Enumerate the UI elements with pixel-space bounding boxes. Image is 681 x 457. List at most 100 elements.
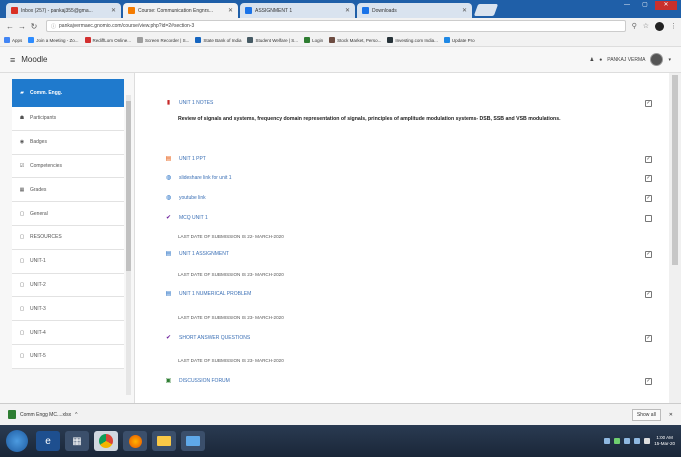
volume-icon[interactable]	[634, 438, 641, 444]
completion-checkbox[interactable]: ✓	[645, 175, 652, 182]
sidebar-item-general[interactable]: ▢ General	[12, 202, 124, 226]
bookmark-item[interactable]: Update Pro	[443, 37, 475, 43]
activity-link[interactable]: DISCUSSION FORUM	[179, 378, 230, 384]
menu-icon[interactable]: ⋮	[670, 22, 677, 30]
activity-link[interactable]: UNIT 1 PPT	[179, 156, 206, 162]
bookmark-item[interactable]: Student Welfare | S...	[247, 37, 298, 43]
forward-icon[interactable]: →	[16, 22, 28, 31]
new-tab-button[interactable]	[473, 4, 499, 16]
sidebar-item-resources[interactable]: ▢ RESOURCES	[12, 225, 124, 250]
sidebar-item-competencies[interactable]: ☑ Competencies	[12, 154, 124, 179]
completion-checkbox[interactable]	[645, 215, 652, 222]
media-icon[interactable]	[181, 431, 205, 451]
download-item[interactable]: Comm Engg MC....xlsx ^	[8, 410, 77, 419]
sidebar-item-unit-3[interactable]: ▢ UNIT-3	[12, 297, 124, 322]
chrome-icon[interactable]	[94, 431, 118, 451]
sidebar-item-unit-4[interactable]: ▢ UNIT-4	[12, 321, 124, 345]
tray-icon[interactable]	[604, 438, 611, 444]
messages-icon[interactable]: ●	[599, 57, 602, 63]
minimize-icon[interactable]: —	[619, 1, 635, 10]
search-icon[interactable]: ⚲	[632, 22, 637, 30]
activity-link[interactable]: youtube link	[179, 195, 206, 201]
activity-unit-notes[interactable]: ▮ UNIT 1 NOTES	[164, 98, 214, 107]
close-shelf-icon[interactable]: ✕	[669, 412, 673, 418]
activity-link[interactable]: UNIT 1 NOTES	[179, 100, 213, 106]
scrollbar-thumb[interactable]	[126, 101, 131, 271]
close-tab-icon[interactable]: ✕	[462, 7, 467, 14]
activity-link[interactable]: MCQ UNIT 1	[179, 215, 208, 221]
sidebar-item-badges[interactable]: ◉ Badges	[12, 130, 124, 155]
user-name[interactable]: PANKAJ VERMA	[607, 57, 645, 63]
activity-item[interactable]: ◍ slideshare link for unit 1	[164, 173, 232, 182]
bookmark-item[interactable]: Stock Market, Perso...	[329, 37, 381, 43]
activity-item[interactable]: ✔ MCQ UNIT 1	[164, 213, 208, 222]
maximize-icon[interactable]: ▢	[637, 1, 653, 10]
activity-numerical-problem[interactable]: ▤ UNIT 1 NUMERICAL PROBLEM	[164, 289, 252, 298]
activity-discussion-forum[interactable]: ▣ DISCUSSION FORUM	[164, 376, 230, 385]
sidebar-item-unit-1[interactable]: ▢ UNIT-1	[12, 249, 124, 274]
file-explorer-icon[interactable]: ▦	[65, 431, 89, 451]
activity-item[interactable]: ◍ youtube link	[164, 193, 206, 202]
completion-checkbox[interactable]: ✓	[645, 251, 652, 258]
bookmark-item[interactable]: Apps	[4, 37, 22, 43]
sidebar-scrollbar[interactable]	[126, 95, 131, 395]
site-brand[interactable]: Moodle	[21, 55, 47, 64]
bookmark-item[interactable]: Investing.com India...	[387, 37, 438, 43]
completion-checkbox[interactable]: ✓	[645, 335, 652, 342]
close-tab-icon[interactable]: ✕	[228, 7, 233, 14]
completion-checkbox[interactable]: ✓	[645, 291, 652, 298]
back-icon[interactable]: ←	[4, 22, 16, 31]
bookmark-favicon-icon	[136, 37, 143, 43]
sidebar-item-unit-5[interactable]: ▢ UNIT-5	[12, 344, 124, 369]
flag-icon[interactable]	[644, 438, 651, 444]
tab-gmail[interactable]: Inbox (257) - pankaj355@gma... ✕	[6, 3, 121, 18]
activity-link[interactable]: UNIT 1 NUMERICAL PROBLEM	[179, 291, 251, 297]
show-all-button[interactable]: Show all	[631, 408, 661, 421]
sidebar-item-unit-2[interactable]: ▢ UNIT-2	[12, 273, 124, 298]
ie-icon[interactable]: e	[36, 431, 60, 451]
tray-icon[interactable]	[614, 438, 621, 444]
notification-bell-icon[interactable]: ♟	[590, 57, 594, 63]
chevron-up-icon[interactable]: ^	[75, 412, 77, 418]
activity-link[interactable]: slideshare link for unit 1	[179, 175, 232, 181]
activity-unit-assignment[interactable]: ▤ UNIT 1 ASSIGNMENT	[164, 249, 229, 258]
clock[interactable]: 1:00 AM 15-Mar-20	[654, 435, 675, 447]
hamburger-menu-icon[interactable]: ≡	[10, 55, 15, 65]
tab-moodle-course[interactable]: Course: Communication Engnrs... ✕	[123, 3, 238, 18]
activity-link[interactable]: UNIT 1 ASSIGNMENT	[179, 251, 229, 257]
completion-checkbox[interactable]: ✓	[645, 195, 652, 202]
close-tab-icon[interactable]: ✕	[345, 7, 350, 14]
activity-item[interactable]: ▤ UNIT 1 PPT	[164, 154, 206, 163]
chevron-down-icon[interactable]: ▾	[668, 57, 671, 63]
network-icon[interactable]	[624, 438, 631, 444]
avatar[interactable]	[650, 53, 664, 66]
reload-icon[interactable]: ↻	[28, 22, 40, 31]
firefox-icon[interactable]	[123, 431, 147, 451]
start-button-icon[interactable]	[6, 430, 28, 452]
scrollbar-thumb[interactable]	[672, 75, 678, 265]
page-scrollbar[interactable]	[669, 73, 681, 403]
bookmark-item[interactable]: State Bank of India	[195, 37, 241, 43]
sidebar-item-comm-engg[interactable]: ▰ Comm. Engg.	[12, 79, 124, 107]
sidebar-item-grades[interactable]: ▦ Grades	[12, 178, 124, 203]
completion-checkbox[interactable]: ✓	[645, 156, 652, 163]
bookmark-item[interactable]: Screen Recorder | S...	[136, 37, 189, 43]
activity-link[interactable]: SHORT ANSWER QUESTIONS	[179, 335, 250, 341]
folder-icon[interactable]	[152, 431, 176, 451]
activity-short-answer[interactable]: ✔ SHORT ANSWER QUESTIONS	[164, 333, 250, 342]
tab-downloads[interactable]: Downloads ✕	[357, 3, 472, 18]
bookmark-star-icon[interactable]: ☆	[643, 22, 649, 30]
extension-icon[interactable]	[655, 21, 664, 31]
url-icon: ◍	[165, 175, 172, 181]
info-icon[interactable]: ⓘ	[51, 23, 56, 30]
bookmark-item[interactable]: RediffLom Online...	[84, 37, 131, 43]
completion-checkbox[interactable]: ✓	[645, 100, 652, 107]
tab-assignment[interactable]: ASSIGNMENT 1 ✕	[240, 3, 355, 18]
close-tab-icon[interactable]: ✕	[111, 7, 116, 14]
close-window-icon[interactable]: ✕	[655, 1, 677, 10]
bookmark-item[interactable]: Login	[304, 37, 323, 43]
sidebar-item-participants[interactable]: ☗ Participants	[12, 107, 124, 131]
completion-checkbox[interactable]: ✓	[645, 378, 652, 385]
bookmark-item[interactable]: Join a Meeting - Zo...	[28, 37, 79, 43]
url-bar[interactable]: ⓘ pankajvermaec.gnomio.com/course/view.p…	[46, 20, 626, 32]
